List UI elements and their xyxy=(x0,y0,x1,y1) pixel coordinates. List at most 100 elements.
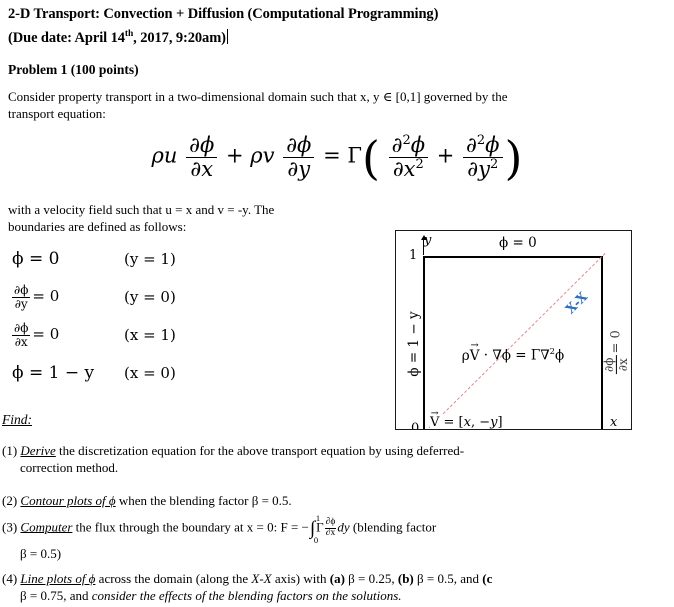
right-bc-numerator: ∂ϕ xyxy=(601,357,616,372)
item-4-number: (4) xyxy=(2,571,18,586)
item-4-axis-name: X-X xyxy=(251,571,272,586)
exponent-2: 2 xyxy=(476,133,486,148)
integrand-fraction: ∂ϕ ∂x xyxy=(324,517,337,539)
item-3-text-line-2: β = 0.5) xyxy=(20,545,62,561)
bc-tail-3: = 0 xyxy=(32,325,60,343)
item-2-number: (2) xyxy=(2,493,18,508)
x-symbol: x xyxy=(201,156,214,181)
partial-symbol: ∂ xyxy=(286,133,298,157)
phi-symbol: ϕ xyxy=(410,133,426,157)
bc-location-4: (x = 0) xyxy=(124,364,176,382)
transport-equation: ρu ∂ϕ ∂x + ρv ∂ϕ ∂y = Γ( ∂2ϕ ∂x2 + ∂2ϕ ∂… xyxy=(0,133,674,181)
item-2-text: when the blending factor β = 0.5. xyxy=(115,493,292,508)
diagonal-axis-line xyxy=(425,253,606,429)
left-paren: ( xyxy=(361,131,380,186)
dphi-dy-numerator: ∂ϕ xyxy=(283,134,314,157)
phi-symbol: ϕ xyxy=(297,133,312,157)
item-1-number: (1) xyxy=(2,443,18,458)
y-axis-label: y xyxy=(424,233,432,248)
y-symbol: y xyxy=(478,156,490,181)
item-4-closing-italic: consider the effects of the blending fac… xyxy=(91,588,402,603)
diagram-right-boundary-label: ∂ϕ ∂x = 0 xyxy=(601,312,630,392)
item-4-text-b: axis) with xyxy=(271,571,330,586)
rho-v-vector: ρV → xyxy=(461,340,480,364)
item-1-emphasis: Derive xyxy=(20,443,56,458)
right-bc-tail: = 0 xyxy=(608,330,624,354)
item-3-number: (3) xyxy=(2,519,18,535)
integrand-differential: dy xyxy=(337,519,350,535)
boundary-condition-row: ϕ = 1 − y (x = 0) xyxy=(12,354,242,392)
bc-tail-2: = 0 xyxy=(32,287,60,305)
exponent-2: 2 xyxy=(489,156,499,172)
dphi-dx-numerator: ∂ϕ xyxy=(186,134,217,157)
domain-square: X-X ρV → · ∇ϕ = Γ∇2ϕ V → = [x, −y] xyxy=(423,253,606,430)
bc-location-3: (x = 1) xyxy=(124,326,176,344)
item-1-text: the discretization equation for the abov… xyxy=(55,443,465,458)
pde-label: ρV → · ∇ϕ = Γ∇2ϕ xyxy=(461,340,565,364)
v-vector-glyph: V → xyxy=(469,340,480,364)
bc-location-2: (y = 0) xyxy=(124,288,176,306)
item-4-beta-c: β = 0.75, and xyxy=(20,588,92,603)
due-date-ordinal-suffix: th xyxy=(124,29,134,39)
find-item-1: (1) Derive the discretization equation f… xyxy=(2,442,665,476)
bc-denominator-3: ∂x xyxy=(12,334,31,349)
dphi-dy-fraction: ∂ϕ ∂y xyxy=(283,134,315,181)
boundary-condition-row: ∂ϕ ∂x = 0 (x = 1) xyxy=(12,316,242,354)
velocity-field-paragraph: with a velocity field such that u = x an… xyxy=(8,201,386,235)
velocity-line-2: boundaries are defined as follows: xyxy=(8,219,187,234)
text-cursor xyxy=(226,28,228,44)
velocity-line-1: with a velocity field such that u = x an… xyxy=(8,202,275,217)
plus-operator-2: + xyxy=(436,143,455,168)
boundary-condition-row: ϕ = 0 (y = 1) xyxy=(12,240,242,278)
problem-heading: Problem 1 (100 points) xyxy=(8,62,139,77)
title-line-1: 2-D Transport: Convection + Diffusion (C… xyxy=(8,6,439,22)
integral-upper-limit: 1 xyxy=(315,513,321,524)
diagram-left-boundary-label: ϕ = 1 − y xyxy=(406,311,422,377)
laplacian-exponent: 2 xyxy=(549,346,556,356)
d2phi-dx2-fraction: ∂2ϕ ∂x2 xyxy=(388,133,429,181)
bc-location-1: (y = 1) xyxy=(124,250,176,268)
item-4-label-a: (a) xyxy=(329,571,345,586)
item-3-emphasis: Computer xyxy=(20,519,73,535)
item-4-emphasis: Line plots of ϕ xyxy=(20,571,96,586)
vector-arrow-icon: → xyxy=(430,408,439,420)
y-tick-0: 0 xyxy=(411,421,420,430)
item-4-text-a: across the domain (along the xyxy=(95,571,252,586)
find-item-3: (3) Computer the flux through the bounda… xyxy=(2,513,665,562)
intro-line-2: transport equation: xyxy=(8,106,106,121)
due-date-prefix: (Due date: April 14 xyxy=(8,29,125,46)
y-component: y xyxy=(490,415,498,430)
bc-expression-4: ϕ = 1 − y xyxy=(12,363,95,383)
dphi-dx-fraction: ∂ϕ ∂x xyxy=(186,134,218,181)
diagram-top-boundary-label: ϕ = 0 xyxy=(499,235,537,251)
bc-numerator-3: ∂ϕ xyxy=(14,320,29,335)
item-2-emphasis: Contour plots of ϕ xyxy=(20,493,116,508)
item-3-tail: (blending factor xyxy=(349,519,437,535)
right-bc-fraction: ∂ϕ ∂x xyxy=(601,355,630,374)
document-page: 2-D Transport: Convection + Diffusion (C… xyxy=(0,0,674,607)
integrand-numerator: ∂ϕ xyxy=(325,517,336,527)
item-4-beta-a: β = 0.25, xyxy=(344,571,398,586)
integrand-denominator: ∂x xyxy=(324,527,337,538)
dphi-dy-denominator: ∂y xyxy=(283,156,315,181)
partial-symbol: ∂ xyxy=(189,133,200,157)
item-3-text: the flux through the boundary at x = 0: … xyxy=(72,519,309,535)
d2phi-dy2-denominator: ∂y2 xyxy=(463,156,503,181)
d2phi-dy2-numerator: ∂2ϕ xyxy=(463,133,502,157)
x-symbol: x xyxy=(403,156,416,181)
integral-lower-limit: 0 xyxy=(313,534,319,545)
document-title-block: 2-D Transport: Convection + Diffusion (C… xyxy=(8,4,668,48)
exponent-2: 2 xyxy=(402,133,411,148)
vector-arrow-icon: → xyxy=(470,340,479,352)
bc-fraction-3: ∂ϕ ∂x xyxy=(12,320,31,349)
partial-symbol: ∂ xyxy=(190,156,202,181)
x-component: x xyxy=(463,415,471,430)
item-4-beta-b: β = 0.5, and xyxy=(413,571,483,586)
x-axis-label: x xyxy=(610,415,618,430)
dphi-dx-denominator: ∂x xyxy=(186,156,218,181)
y-symbol: y xyxy=(298,156,311,181)
right-bc-denominator: ∂x xyxy=(615,355,630,374)
item-4-text-line-2: β = 0.75, and consider the effects of th… xyxy=(20,587,670,604)
y-tick-1: 1 xyxy=(409,248,418,263)
intro-paragraph: Consider property transport in a two-dim… xyxy=(8,88,665,122)
